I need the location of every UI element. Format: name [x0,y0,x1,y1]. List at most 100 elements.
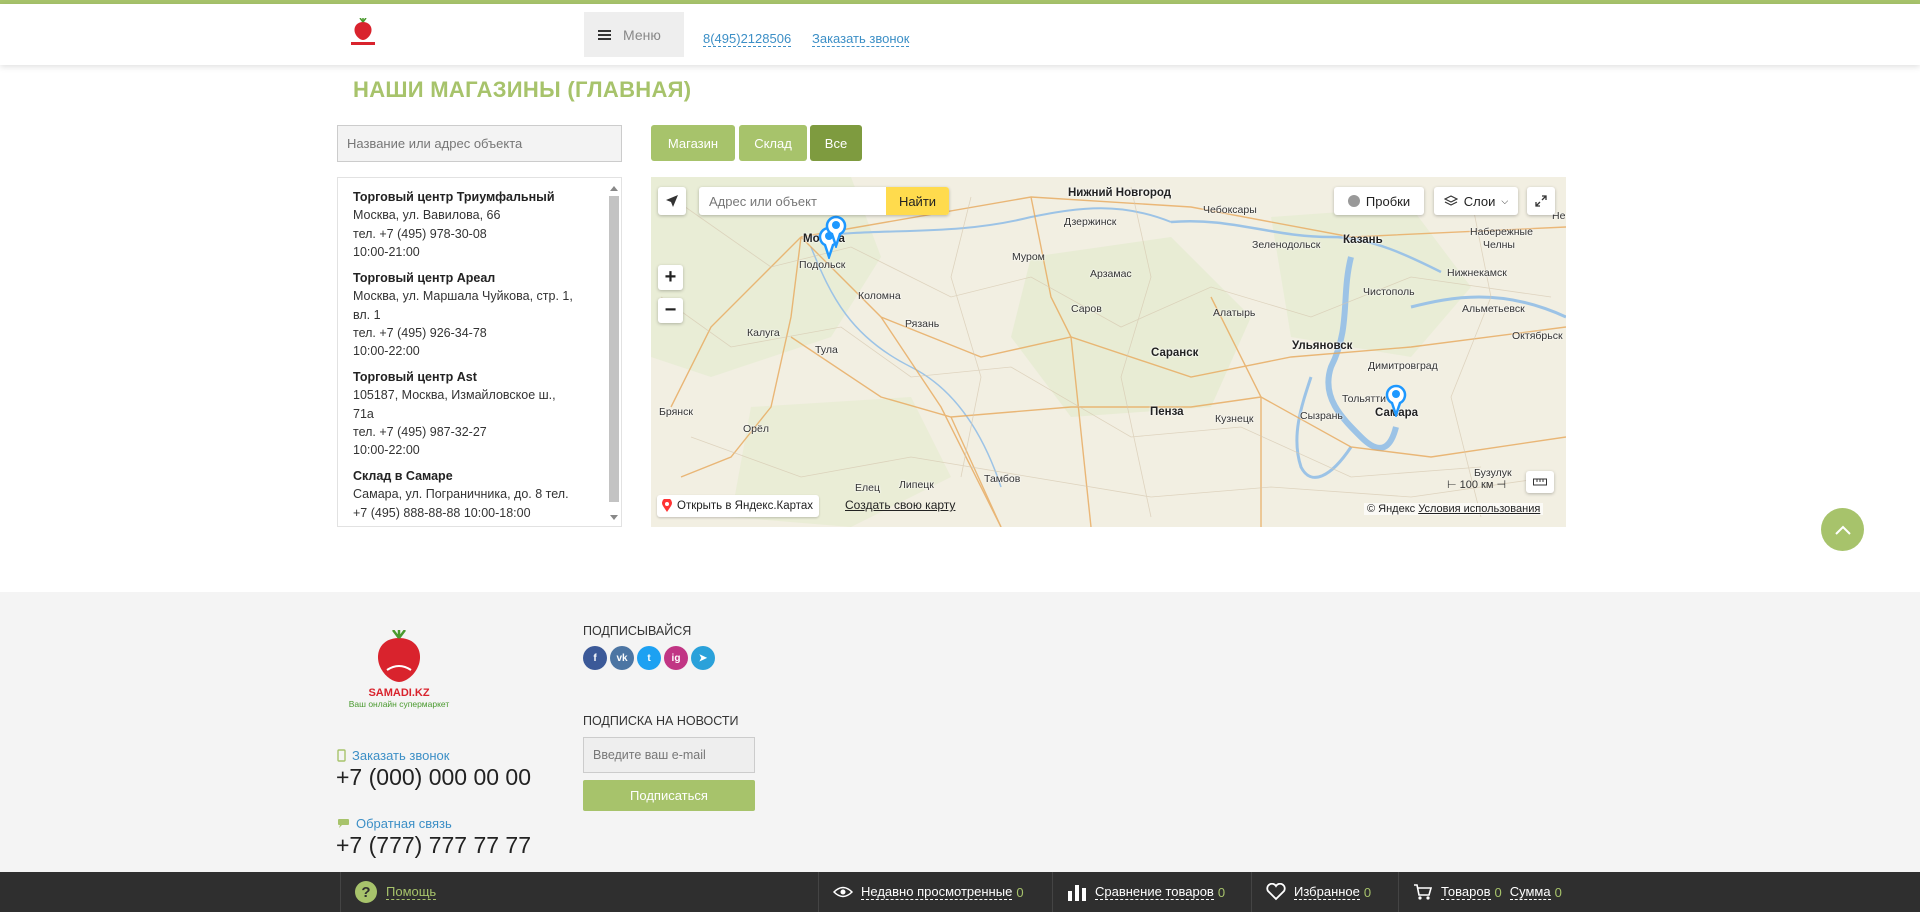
map-city-label: Набережные [1470,226,1533,238]
store-search-field[interactable] [337,125,622,162]
map-city-label: Кузнецк [1215,413,1254,425]
store-list: Торговый центр Триумфальный Москва, ул. … [337,177,622,527]
map-search-input[interactable] [699,187,886,215]
ruler-button[interactable] [1526,471,1554,493]
twitter-icon[interactable]: t [637,646,661,670]
menu-button[interactable]: Меню [584,12,684,57]
map-city-label: Тамбов [984,473,1021,485]
zoom-out-button[interactable]: − [658,298,683,323]
traffic-icon [1347,195,1360,207]
map-search-bar: Найти [699,187,949,215]
footer-callback-link[interactable]: Заказать звонок [337,748,449,763]
footer-social-links: f vk t ig ➤ [583,646,715,670]
scroll-up-arrow-icon[interactable] [610,186,618,191]
map-city-label: Подольск [799,259,846,271]
filter-all-button[interactable]: Все [810,125,862,161]
bar-chart-icon [1068,885,1086,901]
newsletter-email-field[interactable] [583,737,755,773]
compare-link[interactable]: Сравнение товаров 0 [1052,872,1225,912]
recently-viewed-count: 0 [1016,884,1024,900]
vk-icon[interactable]: vk [610,646,634,670]
footer-phone-secondary[interactable]: +7 (777) 777 77 77 [336,832,531,859]
map-city-label: Чебоксары [1203,204,1257,216]
newsletter-email-input[interactable] [584,738,754,772]
footer-logo[interactable]: SAMADI.KZ Ваш онлайн супермаркет [337,630,462,710]
map-city-label: Нижний Новгород [1068,187,1172,199]
map-find-button[interactable]: Найти [886,187,949,215]
store-name: Склад в Самаре [353,469,453,483]
chevron-up-icon [1834,525,1851,535]
traffic-button[interactable]: Пробки [1334,187,1424,215]
geolocation-button[interactable] [658,187,686,215]
page-title: НАШИ МАГАЗИНЫ (ГЛАВНАЯ) [353,77,692,102]
scroll-to-top-button[interactable] [1821,508,1864,551]
store-item[interactable]: Склад в Самаре Самара, ул. Пограничника,… [353,467,608,522]
map-city-label: Дзержинск [1064,216,1117,228]
open-in-yandex-maps-button[interactable]: Открыть в Яндекс.Картах [657,495,820,517]
instagram-icon[interactable]: ig [664,646,688,670]
footer-logo-title: SAMADI.KZ [368,687,429,699]
scroll-thumb[interactable] [609,196,619,502]
zoom-in-button[interactable]: + [658,265,683,290]
telegram-icon[interactable]: ➤ [691,646,715,670]
map-marker-icon[interactable] [1385,383,1407,417]
create-map-link[interactable]: Создать свою карту [845,498,955,512]
hamburger-icon [598,29,611,40]
map-copyright-text: © Яндекс [1367,503,1416,515]
store-list-scrollbar[interactable] [608,180,619,524]
footer-feedback-link[interactable]: Обратная связь [337,816,452,831]
store-hours: 10:00-21:00 [353,244,420,259]
map-city-label: Сызрань [1300,410,1343,422]
store-phone: тел. +7 (495) 978-30-08 [353,226,487,241]
site-logo[interactable] [345,18,381,48]
cart-sum-value: 0 [1554,884,1562,900]
scroll-down-arrow-icon[interactable] [610,515,618,520]
map-terrain [651,177,1566,527]
footer-logo-subtitle: Ваш онлайн супермаркет [349,699,450,709]
store-item[interactable]: Торговый центр Ареал Москва, ул. Маршала… [353,269,608,360]
chat-bubble-icon [338,819,349,828]
facebook-icon[interactable]: f [583,646,607,670]
location-arrow-icon [666,195,678,207]
store-name: Торговый центр Триумфальный [353,190,555,204]
recently-viewed-link[interactable]: Недавно просмотренные 0 [818,872,1024,912]
store-address: Москва, ул. Вавилова, 66 [353,208,501,223]
map-city-label: Липецк [899,479,934,491]
footer-social-title: ПОДПИСЫВАЙСЯ [583,624,692,638]
map-marker-icon[interactable] [825,214,847,248]
store-address-cont: вл. 1 [353,307,381,322]
question-icon: ? [355,881,377,903]
header-phone-link[interactable]: 8(495)2128506 [703,31,792,47]
filter-shop-button[interactable]: Магазин [651,125,735,161]
header-callback-link[interactable]: Заказать звонок [812,31,910,47]
store-address: Самара, ул. Пограничника, до. 8 тел. [353,487,569,502]
store-item[interactable]: Торговый центр Ast 105187, Москва, Измай… [353,368,608,459]
newsletter-subscribe-button[interactable]: Подписаться [583,780,755,811]
footer-phone-primary[interactable]: +7 (000) 000 00 00 [336,764,531,791]
map-scale-label: 100 км [1459,479,1494,491]
map-city-label: Алатырь [1213,307,1256,319]
store-phone: тел. +7 (495) 926-34-78 [353,325,487,340]
mobile-phone-icon [337,749,346,762]
favorites-link[interactable]: Избранное 0 [1251,872,1371,912]
store-search-input[interactable] [338,126,621,161]
store-phone: тел. +7 (495) 987-32-27 [353,424,487,439]
map-city-label: Елец [855,482,880,494]
map-city-label: Ульяновск [1292,340,1353,352]
cart-items-count: 0 [1494,884,1502,900]
fullscreen-button[interactable] [1527,187,1555,215]
layers-button[interactable]: Слои ⌵ [1434,187,1518,215]
map-terms-link[interactable]: Условия использования [1418,503,1540,515]
store-item[interactable]: Торговый центр Триумфальный Москва, ул. … [353,188,608,261]
filter-warehouse-button[interactable]: Склад [739,125,807,161]
map-city-label: Саранск [1151,347,1199,359]
chevron-down-icon: ⌵ [1501,195,1509,206]
help-label: Помощь [386,884,437,900]
cart-link[interactable]: Товаров 0 Сумма 0 [1398,872,1562,912]
help-link[interactable]: ? Помощь [340,872,437,912]
cart-items-label: Товаров [1441,884,1491,900]
map-city-label: Зеленодольск [1252,239,1321,251]
map-city-label: Альметьевск [1462,303,1525,315]
yandex-map[interactable]: Нижний Новгород Дзержинск Чебоксары Каза… [651,177,1566,527]
map-city-label: Казань [1343,234,1383,246]
